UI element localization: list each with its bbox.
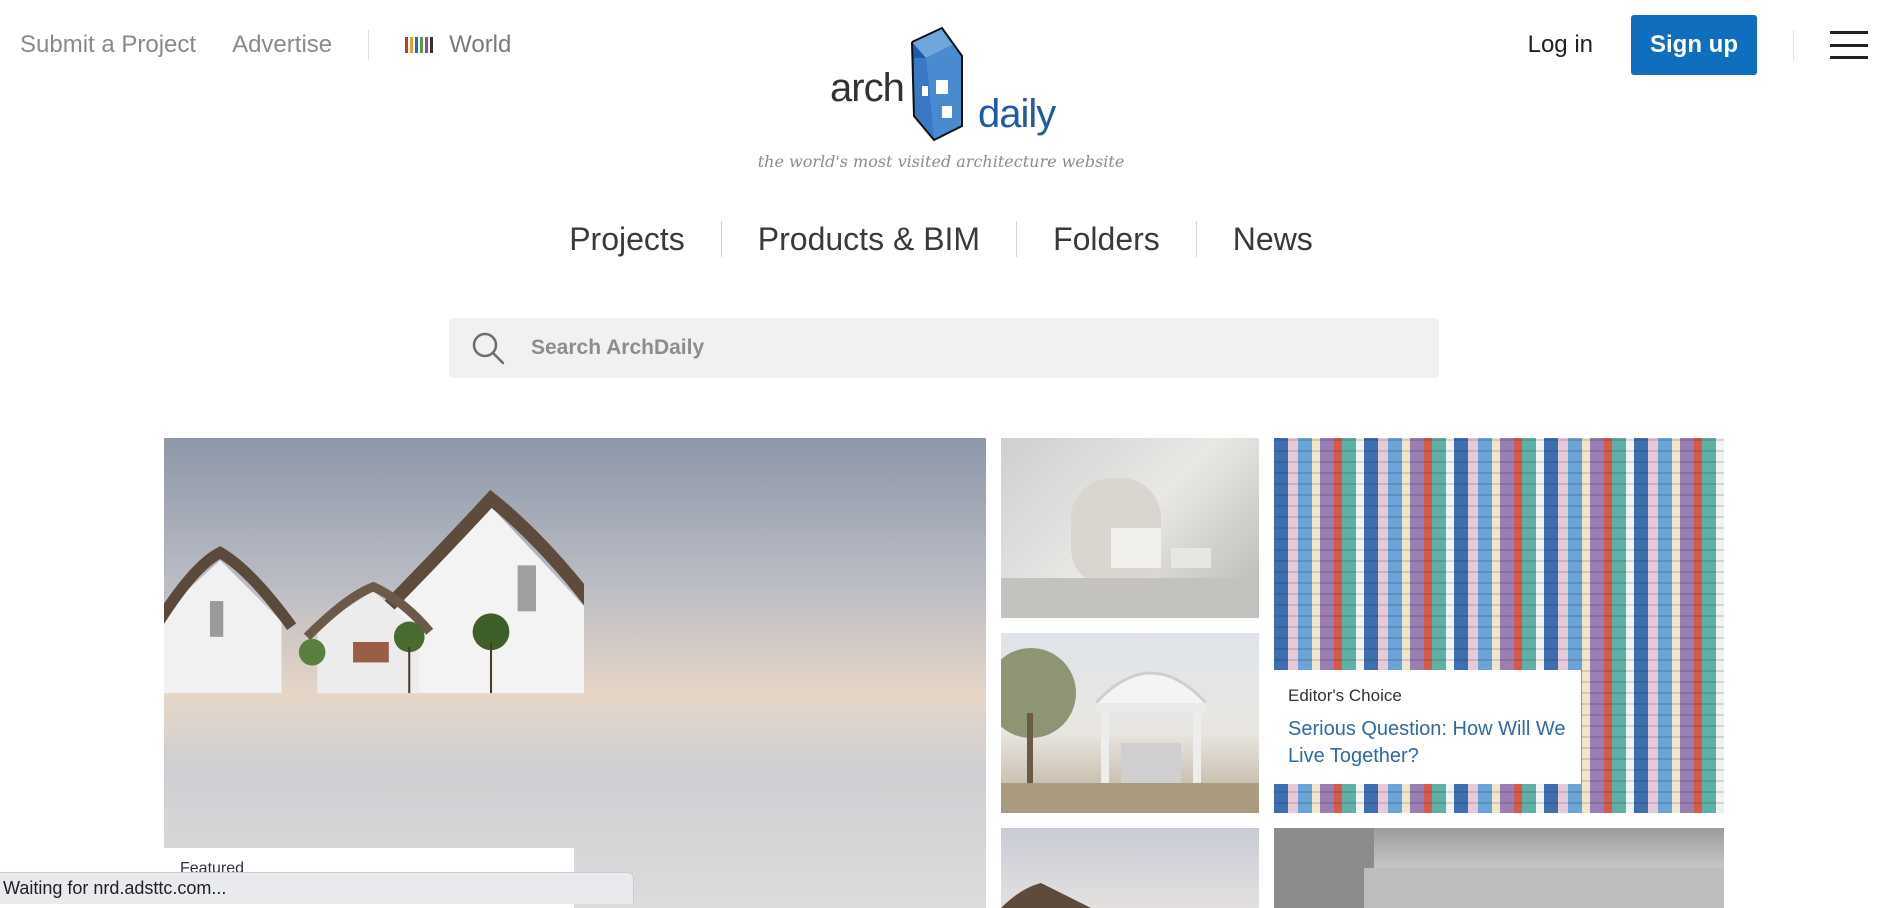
divider (1793, 30, 1794, 60)
archdaily-logo[interactable]: arch daily (830, 22, 1060, 142)
hamburger-icon[interactable] (1830, 31, 1868, 59)
login-button[interactable]: Log in (1528, 31, 1593, 59)
concrete-building-image (1274, 828, 1724, 908)
tagline: the world's most visited architecture we… (757, 152, 1125, 171)
divider (368, 30, 370, 60)
main-navigation: Projects Products & BIM Folders News (0, 214, 1882, 264)
browser-status-bar: Waiting for nrd.adsttc.com... (0, 872, 634, 904)
signup-button[interactable]: Sign up (1631, 15, 1757, 75)
nav-divider (1195, 221, 1197, 257)
search-bar[interactable] (449, 318, 1439, 378)
pavilion-image (1001, 648, 1259, 813)
advertise-link[interactable]: Advertise (232, 31, 332, 59)
editors-choice-card[interactable]: Editor's Choice Serious Question: How Wi… (1274, 438, 1724, 813)
project-thumb-pavilion[interactable] (1001, 633, 1259, 813)
thatched-house-image (164, 489, 584, 694)
editors-choice-label: Editor's Choice (1288, 686, 1402, 705)
logo-word-arch: arch (830, 66, 905, 110)
featured-hero-card[interactable]: Featured (164, 438, 986, 908)
submit-project-link[interactable]: Submit a Project (20, 31, 196, 59)
search-input[interactable] (529, 335, 1413, 361)
nav-divider (1016, 221, 1018, 257)
top-left-links: Submit a Project Advertise World (20, 28, 511, 62)
project-thumb-interior[interactable] (1001, 438, 1259, 618)
nav-projects[interactable]: Projects (569, 221, 685, 258)
editors-choice-caption: Editor's Choice Serious Question: How Wi… (1274, 670, 1581, 784)
nav-news[interactable]: News (1233, 221, 1313, 258)
project-thumb-house[interactable] (1001, 828, 1259, 908)
interior-image (1001, 478, 1259, 618)
editors-choice-title-link[interactable]: Serious Question: How Will We Live Toget… (1288, 718, 1566, 767)
nav-folders[interactable]: Folders (1053, 221, 1160, 258)
account-actions: Log in Sign up (1528, 15, 1882, 75)
status-text: Waiting for nrd.adsttc.com... (3, 878, 227, 898)
search-icon[interactable] (471, 331, 505, 365)
house-thumb-image (1001, 883, 1091, 908)
world-label: World (449, 31, 512, 58)
world-edition-selector[interactable]: World (405, 31, 511, 59)
flag-stripes-icon (405, 37, 434, 53)
project-thumb-concrete[interactable] (1274, 828, 1724, 908)
logo-word-daily: daily (978, 92, 1056, 136)
nav-divider (720, 221, 722, 257)
nav-products-bim[interactable]: Products & BIM (758, 221, 980, 258)
